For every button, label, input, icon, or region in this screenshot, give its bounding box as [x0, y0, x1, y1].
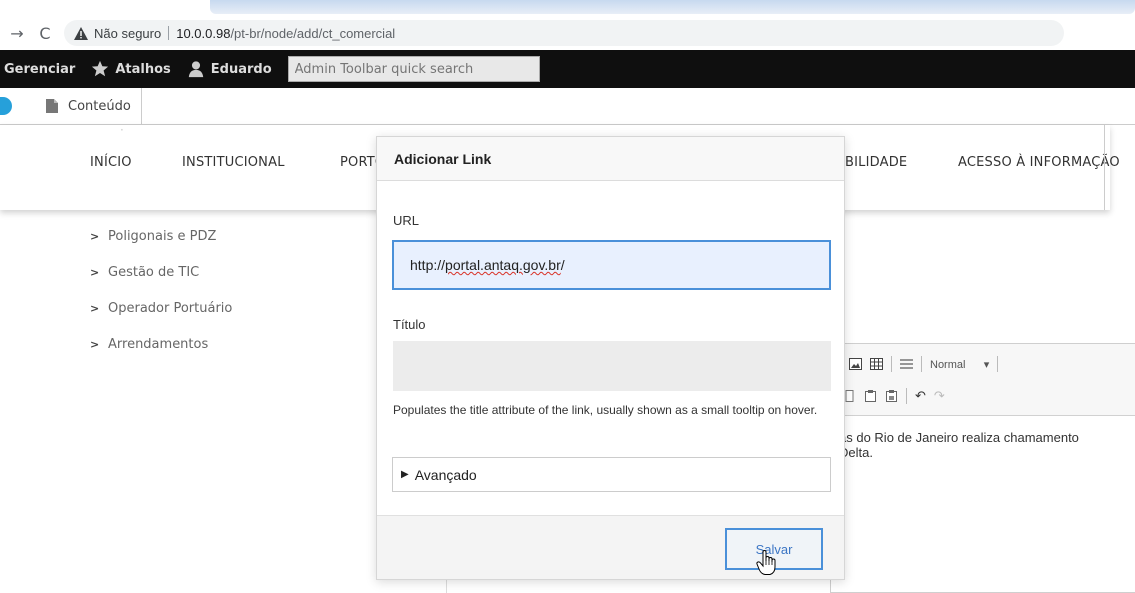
left-menu-label: Gestão de TIC — [108, 264, 200, 280]
user-icon — [188, 61, 203, 78]
omnibox-separator — [168, 26, 170, 40]
horizontal-line-icon[interactable] — [900, 358, 913, 370]
user-label: Eduardo — [210, 61, 272, 77]
admin-toolbar: Gerenciar Atalhos Eduardo — [0, 50, 1135, 88]
url-prefix: http:// — [410, 257, 446, 273]
drupal-logo-icon[interactable] — [0, 97, 12, 115]
document-icon — [46, 99, 58, 113]
chevron-right-icon: > — [90, 337, 100, 351]
forward-icon[interactable]: → — [6, 22, 28, 44]
list-item[interactable]: > Poligonais e PDZ — [90, 218, 232, 254]
url-suffix: / — [560, 257, 565, 273]
browser-address-bar: → C Não seguro 10.0.0.98/pt-br/node/add/… — [0, 16, 1135, 50]
url-host: 10.0.0.98 — [176, 25, 231, 41]
list-item[interactable]: > Arrendamentos — [90, 326, 232, 362]
format-label: Normal — [930, 358, 966, 371]
paste-text-icon[interactable] — [864, 390, 877, 402]
star-icon — [92, 60, 109, 77]
browser-tab-strip — [0, 0, 1135, 16]
left-menu: > Poligonais e PDZ > Gestão de TIC > Operad… — [90, 218, 232, 362]
editor-toolbar: Normal ▾ ↶ ↷ — [831, 344, 1135, 416]
url-domain: portal.antaq.gov.br — [445, 257, 561, 273]
reload-icon[interactable]: C — [34, 22, 56, 44]
paste-word-icon[interactable] — [885, 390, 898, 402]
rich-text-editor: Normal ▾ ↶ ↷ as do Rio de Janeiro realiz… — [830, 343, 1135, 593]
user-menu[interactable]: Eduardo — [179, 50, 280, 88]
triangle-right-icon: ▶ — [401, 469, 409, 480]
toolbar-separator — [921, 356, 922, 372]
security-label[interactable]: Não seguro — [94, 26, 161, 41]
title-label: Título — [393, 317, 426, 332]
add-link-dialog: Adicionar Link URL http://portal.antaq.g… — [376, 136, 845, 580]
admin-quick-search-input[interactable] — [287, 56, 540, 82]
left-menu-label: Operador Portuário — [108, 300, 233, 316]
nav-item-inicio[interactable]: INÍCIO — [90, 155, 132, 170]
chevron-right-icon: > — [90, 265, 100, 279]
toolbar-tray: Conteúdo — [0, 87, 1135, 125]
nav-item-institucional[interactable]: INSTITUCIONAL — [182, 155, 285, 170]
editor-toolbar-row: Normal ▾ — [849, 356, 999, 372]
url-path: /pt-br/node/add/ct_comercial — [230, 25, 396, 41]
divider — [1104, 125, 1105, 210]
advanced-label: Avançado — [414, 466, 477, 483]
content-link[interactable]: Conteúdo — [34, 87, 142, 125]
title-help-text: Populates the title attribute of the lin… — [393, 403, 818, 417]
redo-icon[interactable]: ↷ — [934, 388, 945, 404]
browser-tab-edge — [210, 0, 1135, 14]
faded-background-text: · — [120, 123, 124, 137]
url-label: URL — [393, 213, 420, 228]
table-icon[interactable] — [870, 358, 883, 370]
manage-label: Gerenciar — [4, 61, 76, 77]
advanced-details-toggle[interactable]: ▶ Avançado — [392, 457, 831, 492]
toolbar-separator — [891, 356, 892, 372]
chevron-right-icon: > — [90, 301, 100, 315]
content-label: Conteúdo — [68, 98, 131, 114]
editor-toolbar-row: ↶ ↷ — [843, 388, 945, 404]
nav-item-acessibilidade[interactable]: BILIDADE — [845, 155, 907, 170]
list-item[interactable]: > Gestão de TIC — [90, 254, 232, 290]
title-input[interactable] — [393, 341, 831, 391]
toolbar-separator — [997, 356, 999, 372]
url-input[interactable]: http://portal.antaq.gov.br/ — [392, 240, 831, 290]
dialog-title: Adicionar Link — [377, 137, 844, 181]
image-icon[interactable] — [849, 358, 862, 370]
manage-menu[interactable]: Gerenciar — [0, 50, 83, 88]
list-item[interactable]: > Operador Portuário — [90, 290, 232, 326]
editor-body[interactable]: as do Rio de Janeiro realiza chamamento … — [831, 416, 1135, 460]
chevron-down-icon: ▾ — [983, 358, 990, 371]
left-menu-label: Arrendamentos — [108, 336, 209, 352]
shortcuts-menu[interactable]: Atalhos — [83, 50, 178, 88]
shortcuts-label: Atalhos — [115, 61, 171, 77]
chevron-right-icon: > — [90, 229, 100, 243]
undo-icon[interactable]: ↶ — [915, 388, 926, 404]
toolbar-separator — [906, 388, 907, 404]
format-select[interactable]: Normal ▾ — [930, 358, 989, 371]
url-omnibox[interactable]: Não seguro 10.0.0.98/pt-br/node/add/ct_c… — [64, 20, 1064, 46]
nav-item-acesso-informacao[interactable]: ACESSO À INFORMAÇÃO — [958, 155, 1120, 170]
warning-icon — [74, 26, 88, 40]
left-menu-label: Poligonais e PDZ — [108, 228, 217, 244]
hand-cursor-icon — [756, 550, 776, 575]
